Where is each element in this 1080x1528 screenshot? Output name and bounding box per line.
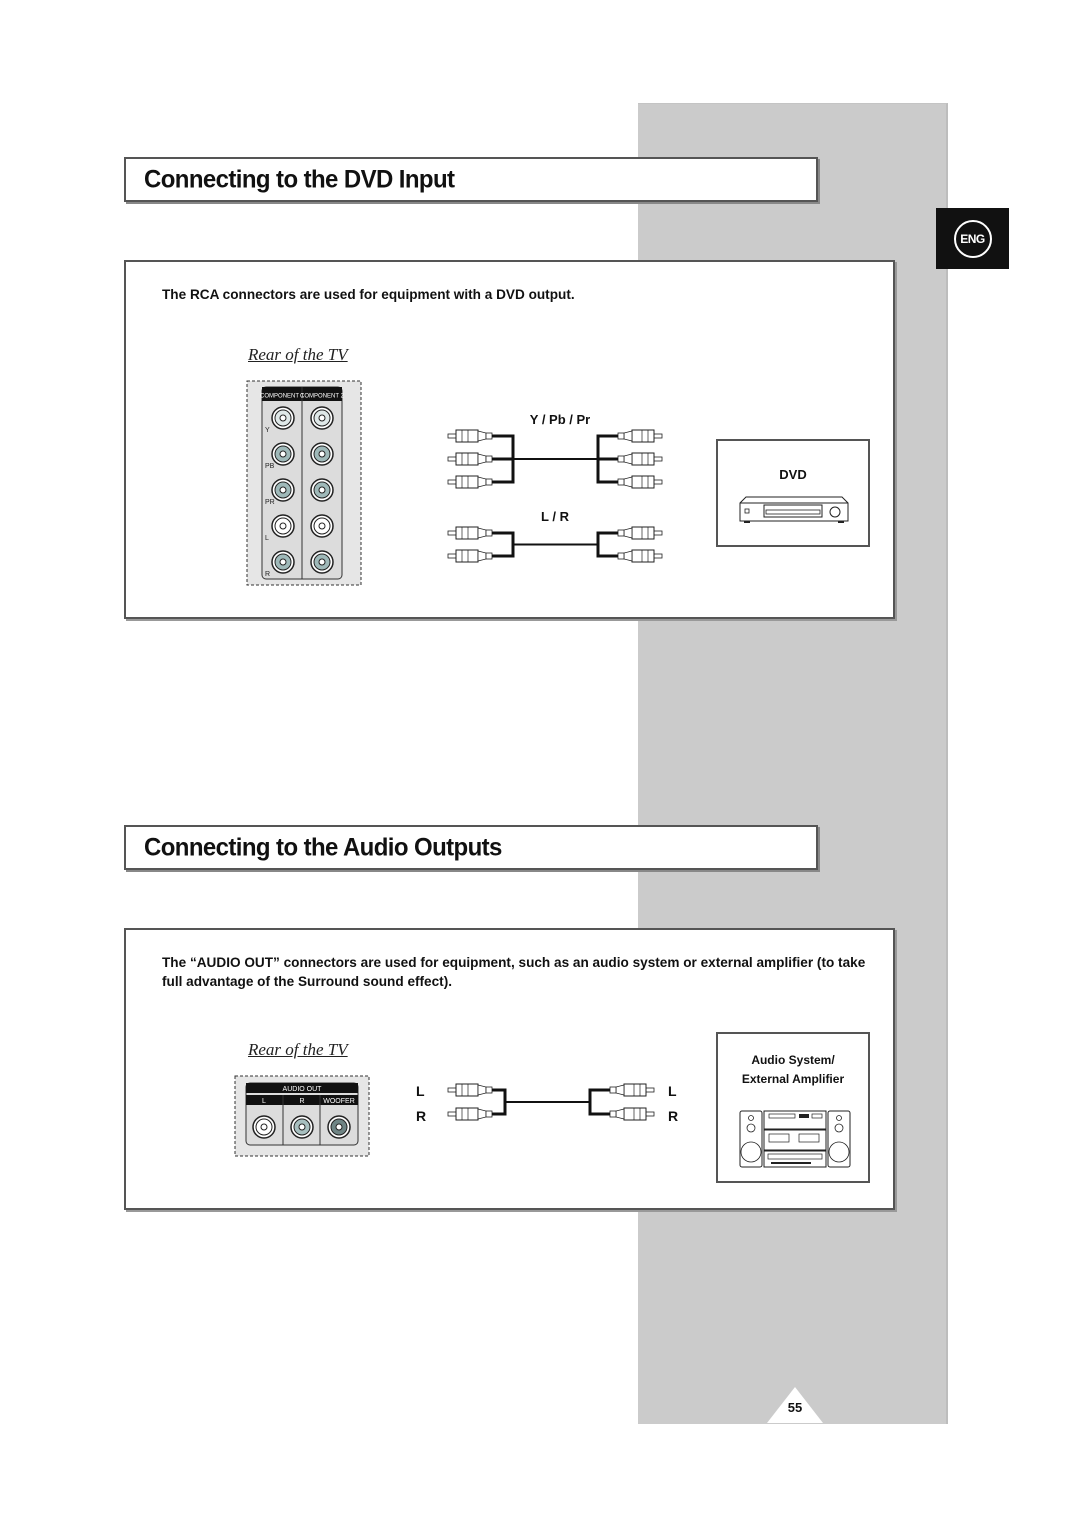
component-2-jack — [310, 514, 334, 538]
rca-plug-left — [447, 1083, 493, 1097]
component-2-jack — [310, 550, 334, 574]
audio-jack-label: WOOFER — [323, 1098, 355, 1105]
component-jack-panel: COMPONENT 1 COMPONENT 2 Y PB PR L R — [246, 380, 362, 586]
dvd-device-box: DVD — [716, 439, 870, 547]
rca-plug-left — [447, 475, 493, 489]
rca-plug-right — [617, 452, 663, 466]
audio-jack-label: R — [299, 1098, 304, 1105]
section-title-text: Connecting to the Audio Outputs — [144, 832, 502, 862]
cable-right-label-l: L — [668, 1083, 677, 1099]
component-1-jack — [271, 550, 295, 574]
audio-out-jack — [252, 1115, 276, 1139]
component-2-header: COMPONENT 2 — [300, 394, 345, 400]
rca-plug-right — [617, 475, 663, 489]
cable-left-label-l: L — [416, 1083, 425, 1099]
rca-plug-right — [617, 526, 663, 540]
audio-jack-label: L — [262, 1098, 266, 1105]
component-2-jack — [310, 478, 334, 502]
language-tab: ENG — [936, 208, 1009, 269]
component-2-jack — [310, 442, 334, 466]
cable-right-label-r: R — [668, 1108, 679, 1124]
rca-plug-left — [447, 452, 493, 466]
jack-row-label: L — [265, 535, 269, 542]
audio-system-label-line1: Audio System/ — [751, 1053, 835, 1067]
rca-plug-right — [617, 549, 663, 563]
rca-plug-left — [447, 549, 493, 563]
component-1-jack — [271, 478, 295, 502]
rear-of-tv-label: Rear of the TV — [248, 1040, 348, 1059]
jack-row-label: R — [265, 571, 270, 578]
rca-plug-left — [447, 429, 493, 443]
component-1-jack — [271, 406, 295, 430]
section-title-text: Connecting to the DVD Input — [144, 164, 455, 194]
audio-cable-diagram — [447, 1083, 655, 1121]
audio-out-jack-panel: AUDIO OUT L R WOOFER — [234, 1075, 370, 1157]
rca-plug-left — [447, 526, 493, 540]
rca-plug-right — [617, 429, 663, 443]
component-cable — [447, 429, 663, 489]
audio-out-cable — [447, 1083, 655, 1121]
rca-plug-right — [609, 1107, 655, 1121]
jack-row-label: PR — [265, 499, 275, 506]
audio-system-label-line2: External Amplifier — [741, 1072, 845, 1086]
dvd-player-icon — [739, 496, 849, 523]
audio-cable — [447, 526, 663, 563]
component-1-jack — [271, 442, 295, 466]
rca-plug-left — [447, 1107, 493, 1121]
audio-system-device-box: Audio System/ External Amplifier — [716, 1032, 870, 1183]
component-1-header: COMPONENT 1 — [260, 394, 305, 400]
page-number: 55 — [787, 1400, 803, 1415]
jack-row-label: PB — [265, 463, 275, 470]
dvd-device-label: DVD — [779, 467, 807, 482]
audio-description: The “AUDIO OUT” connectors are used for … — [162, 955, 866, 989]
rca-plug-right — [609, 1083, 655, 1097]
section-title-audio: Connecting to the Audio Outputs — [124, 825, 818, 870]
section-title-dvd: Connecting to the DVD Input — [124, 157, 818, 202]
audio-out-header: AUDIO OUT — [283, 1086, 323, 1093]
jack-row-label: Y — [265, 427, 270, 434]
language-badge: ENG — [953, 219, 992, 258]
component-2-jack — [310, 406, 334, 430]
audio-out-jack — [290, 1115, 314, 1139]
audio-out-jack — [327, 1115, 351, 1139]
cable-left-label-r: R — [416, 1108, 427, 1124]
stereo-system-icon — [739, 1110, 851, 1168]
component-1-jack — [271, 514, 295, 538]
dvd-cables-diagram — [447, 429, 663, 563]
dvd-description: The RCA connectors are used for equipmen… — [162, 287, 575, 302]
rear-of-tv-label: Rear of the TV — [248, 345, 348, 364]
